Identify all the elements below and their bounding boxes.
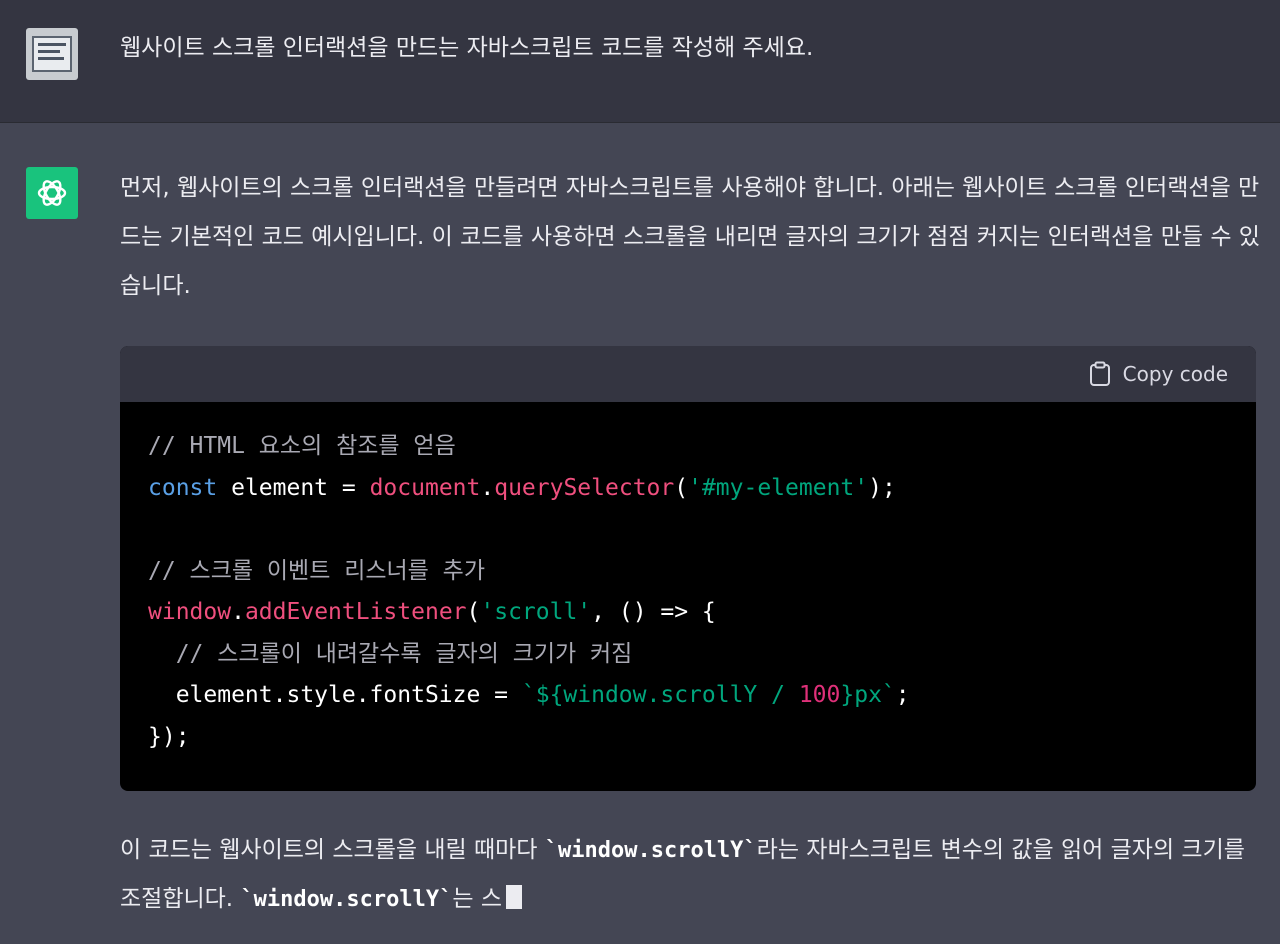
code-line: // 스크롤 이벤트 리스너를 추가 — [148, 551, 1228, 593]
code-number: 100 — [798, 682, 841, 708]
code-line: // 스크롤이 내려갈수록 글자의 크기가 커짐 — [148, 634, 1228, 676]
code-function: querySelector — [494, 474, 675, 501]
code-block-header: Copy code — [120, 346, 1256, 402]
user-avatar — [26, 28, 78, 80]
code-text: element.style.fontSize = — [148, 682, 522, 708]
code-comment: // HTML 요소의 참조를 얻음 — [148, 433, 456, 459]
code-string: }px` — [840, 682, 896, 708]
user-message-text: 웹사이트 스크롤 인터랙션을 만드는 자바스크립트 코드를 작성해 주세요. — [120, 35, 814, 61]
assistant-intro-text: 먼저, 웹사이트의 스크롤 인터랙션을 만들려면 자바스크립트를 사용해야 합니… — [120, 175, 1260, 299]
clipboard-icon — [1089, 361, 1110, 386]
code-line: // HTML 요소의 참조를 얻음 — [148, 426, 1228, 468]
code-text: . — [231, 599, 245, 625]
assistant-avatar — [26, 167, 78, 219]
assistant-message-row: 먼저, 웹사이트의 스크롤 인터랙션을 만들려면 자바스크립트를 사용해야 합니… — [0, 123, 1280, 944]
code-comment: // 스크롤이 내려갈수록 글자의 크기가 커짐 — [148, 640, 633, 667]
code-text: ; — [895, 682, 910, 708]
code-line: element.style.fontSize = `${window.scrol… — [148, 675, 1228, 717]
code-comment: // 스크롤 이벤트 리스너를 추가 — [148, 557, 486, 584]
code-string: window.scrollY / — [563, 682, 799, 708]
copy-code-button[interactable]: Copy code — [1089, 359, 1228, 389]
code-text: ( — [466, 599, 481, 625]
code-line: const element = document.querySelector('… — [148, 468, 1228, 510]
code-line: }); — [148, 717, 1228, 759]
inline-code: `window.scrollY` — [544, 838, 757, 863]
copy-code-label: Copy code — [1122, 362, 1228, 386]
outro-text: 는 스 — [452, 886, 502, 912]
user-message-row: 웹사이트 스크롤 인터랙션을 만드는 자바스크립트 코드를 작성해 주세요. — [0, 0, 1280, 123]
code-string: `${ — [521, 682, 564, 708]
code-line: window.addEventListener('scroll', () => … — [148, 592, 1228, 634]
code-text: , () => { — [591, 599, 716, 625]
code-function: addEventListener — [244, 599, 467, 625]
code-body: // HTML 요소의 참조를 얻음 const element = docume… — [120, 402, 1256, 791]
code-block: Copy code // HTML 요소의 참조를 얻음 const elemen… — [120, 346, 1256, 791]
code-object: window — [148, 599, 232, 625]
typing-cursor — [506, 885, 522, 909]
code-text: ); — [868, 474, 896, 501]
inline-code: `window.scrollY` — [240, 887, 453, 912]
openai-logo-icon — [37, 180, 67, 206]
code-text: }); — [148, 723, 190, 750]
code-object: document — [369, 474, 481, 501]
assistant-outro-text: 이 코드는 웹사이트의 스크롤을 내릴 때마다 `window.scrollY`… — [120, 826, 1260, 924]
code-text: ( — [674, 474, 689, 501]
code-string: 'scroll' — [480, 599, 592, 625]
outro-text: 이 코드는 웹사이트의 스크롤을 내릴 때마다 — [120, 837, 545, 863]
code-keyword: const — [148, 474, 218, 501]
code-text: element = — [217, 474, 370, 501]
code-text: . — [480, 474, 495, 501]
code-string: '#my-element' — [688, 474, 869, 501]
